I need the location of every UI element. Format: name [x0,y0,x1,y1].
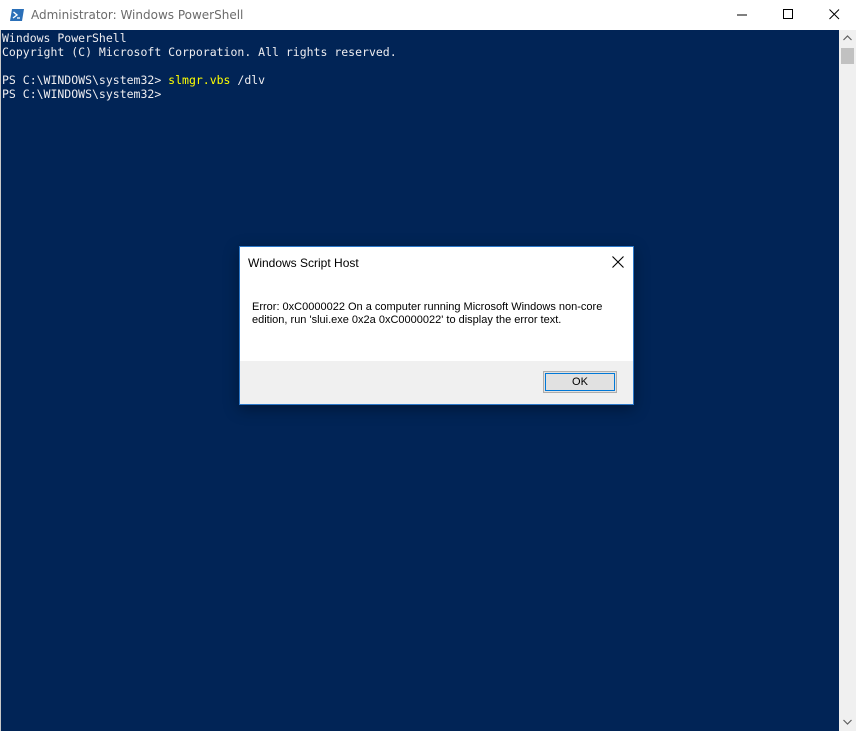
close-icon [829,9,840,20]
scrollbar-thumb[interactable] [841,48,854,64]
close-icon [612,256,624,268]
maximize-button[interactable] [766,0,812,30]
console-prompt: PS C:\WINDOWS\system32> [2,73,169,87]
vertical-scrollbar[interactable] [839,30,856,731]
console-command: slmgr.vbs [168,73,231,87]
console-prompt: PS C:\WINDOWS\system32> [2,87,162,101]
console-output: Windows PowerShell Copyright (C) Microso… [2,31,397,101]
console-command-args: /dlv [230,73,266,87]
maximize-icon [783,9,793,19]
ok-button[interactable]: OK [543,371,617,393]
chevron-down-icon [843,719,852,725]
console-line: Copyright (C) Microsoft Corporation. All… [2,45,397,59]
error-dialog: Windows Script Host Error: 0xC0000022 On… [239,246,634,405]
window-title: Administrator: Windows PowerShell [31,8,244,22]
dialog-footer: OK [240,361,633,404]
dialog-title: Windows Script Host [248,256,359,270]
scroll-up-button[interactable] [839,30,856,47]
scroll-down-button[interactable] [839,714,856,731]
close-window-button[interactable] [812,0,856,30]
dialog-message: Error: 0xC0000022 On a computer running … [252,301,603,326]
minimize-button[interactable] [720,0,766,30]
console-line: Windows PowerShell [2,31,127,45]
powershell-icon [9,7,25,23]
minimize-icon [737,14,747,16]
chevron-up-icon [843,35,852,41]
title-bar[interactable]: Administrator: Windows PowerShell [0,0,856,30]
dialog-close-button[interactable] [610,254,626,270]
